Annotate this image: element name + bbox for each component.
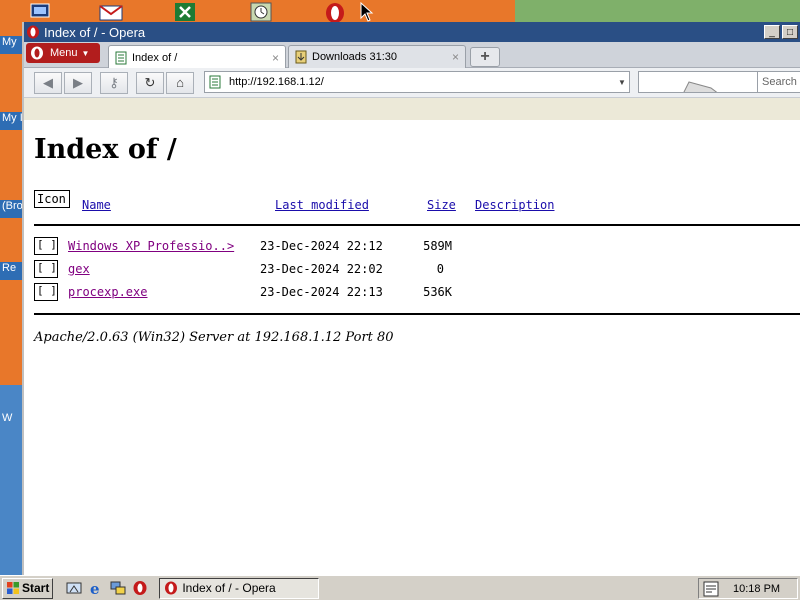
file-modified: 23-Dec-2024 22:02 [260,262,383,276]
title-bar[interactable]: Index of / - Opera _ □ [24,22,800,42]
outlook-icon[interactable] [98,2,124,22]
desktop-label-5[interactable]: W [0,412,22,430]
computer-icon[interactable] [28,2,54,22]
desktop-label-3[interactable]: (Bro [0,200,22,218]
minimize-button[interactable]: _ [764,25,780,39]
name-column-header[interactable]: Name [82,198,111,212]
reload-button[interactable]: ↻ [136,71,164,94]
mouse-cursor-icon [358,1,376,22]
browser-window: Index of / - Opera _ □ Menu ▼ Index of /… [22,22,800,575]
windows-logo-icon [7,582,19,594]
plus-icon: + [480,48,490,65]
file-link[interactable]: gex [68,262,260,276]
last-modified-column-header[interactable]: Last modified [275,198,369,212]
search-area: Search [638,71,800,93]
svg-text:e: e [90,580,100,596]
forward-arrow-icon: ▶ [73,74,83,90]
icon-column-header: Icon [34,190,70,208]
new-tab-button[interactable]: + [470,47,500,67]
home-icon: ⌂ [176,75,184,90]
file-size: 589M [423,239,452,253]
close-tab-icon[interactable]: × [272,51,279,65]
window-title: Index of / - Opera [44,24,146,40]
file-icon: [ ] [34,237,58,255]
clock[interactable]: 10:18 PM [733,583,780,595]
show-desktop-icon[interactable] [65,579,83,597]
system-tray: 10:18 PM [698,578,798,599]
tab-label: Index of / [132,51,178,64]
navigation-toolbar: ◀ ▶ ⚷ ↻ ⌂ http://192.168.1.12/ ▼ Search [24,68,800,98]
network-icon[interactable] [109,579,127,597]
tab-downloads[interactable]: Downloads 31:30 × [288,45,466,68]
back-button[interactable]: ◀ [34,71,62,94]
clock-app-icon[interactable] [248,2,274,22]
search-engine-selector[interactable] [638,71,758,93]
opera-quicklaunch-icon[interactable] [131,579,149,597]
table-row: [ ] Windows XP Professio..> 23-Dec-2024 … [34,236,452,256]
home-button[interactable]: ⌂ [166,71,194,94]
divider [34,313,800,315]
taskbar-item-label: Index of / - Opera [182,581,276,595]
file-modified: 23-Dec-2024 22:12 [260,239,383,253]
url-text: http://192.168.1.12/ [229,76,324,88]
search-input[interactable]: Search [758,71,800,93]
tab-bar: Menu ▼ Index of / × Downloads 31:30 × + [24,42,800,69]
page-content: Index of / Icon Name Last modified Size … [24,120,800,575]
opera-menu-button[interactable]: Menu ▼ [26,43,100,63]
minimize-icon: _ [769,26,775,38]
opera-desktop-icon[interactable] [322,2,348,23]
back-arrow-icon: ◀ [43,74,53,90]
description-column-header[interactable]: Description [475,198,554,212]
desktop-wallpaper-green [515,0,800,22]
taskbar-item-opera[interactable]: Index of / - Opera [159,577,320,599]
file-modified: 23-Dec-2024 22:13 [260,285,383,299]
file-size: 0 [436,262,444,276]
menu-label: Menu [50,47,78,59]
reload-icon: ↻ [144,74,156,90]
desktop-label-1[interactable]: My [0,36,22,54]
opera-icon [27,25,39,39]
start-label: Start [22,581,50,595]
file-icon: [ ] [34,260,58,278]
chevron-down-icon: ▼ [81,48,90,58]
forward-button[interactable]: ▶ [64,71,92,94]
desktop-label-2[interactable]: My I [0,112,22,130]
file-icon: [ ] [34,283,58,301]
table-row: [ ] procexp.exe 23-Dec-2024 22:13 536K [34,282,452,302]
file-link[interactable]: Windows XP Professio..> [68,239,260,253]
close-tab-icon[interactable]: × [452,50,459,64]
page-title: Index of / [34,134,177,165]
maximize-icon: □ [786,26,794,38]
taskbar: Start e Index of / - Opera 10:18 PM [0,575,800,600]
server-signature: Apache/2.0.63 (Win32) Server at 192.168.… [34,330,394,345]
download-icon [295,50,307,64]
opera-logo-icon [31,46,43,60]
size-column-header[interactable]: Size [427,198,456,212]
file-size: 536K [423,285,452,299]
chevron-down-icon[interactable]: ▼ [615,78,629,87]
divider [34,224,800,226]
maximize-button[interactable]: □ [782,25,798,39]
address-bar[interactable]: http://192.168.1.12/ ▼ [204,71,630,93]
start-button[interactable]: Start [2,577,54,599]
key-icon: ⚷ [109,74,119,90]
wand-button[interactable]: ⚷ [100,71,128,94]
excel-icon[interactable] [172,2,198,22]
internet-explorer-icon[interactable]: e [87,579,105,597]
table-row: [ ] gex 23-Dec-2024 22:02 0 [34,259,444,279]
tab-index[interactable]: Index of / × [108,45,286,69]
page-icon [115,51,127,64]
desktop-label-4[interactable]: Re [0,262,22,280]
search-engine-icon [683,81,718,92]
page-icon [209,75,221,89]
input-language-icon[interactable] [703,581,719,597]
tab-label: Downloads 31:30 [312,51,398,63]
file-link[interactable]: procexp.exe [68,285,260,299]
opera-icon [165,581,178,595]
